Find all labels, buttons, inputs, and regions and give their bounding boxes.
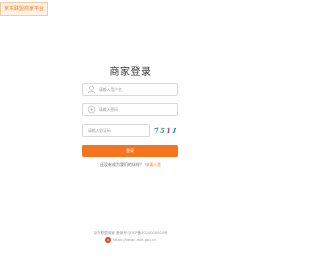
captcha-image[interactable]: 7 5 1 1 [153,124,178,137]
username-field[interactable]: 请输入用户名 [82,83,178,96]
captcha-placeholder: 请输入验证码 [88,127,111,133]
footer-beian: https://beian.miit.gov.cn [0,237,261,243]
apply-text: 还没有成为我们的伙伴？ [99,162,144,167]
password-field[interactable]: 请输入密码 [82,103,178,116]
apply-prompt: 还没有成为我们的伙伴？ 申请入驻 [0,162,261,168]
page-title: 商家登录 [109,67,152,78]
captcha-char: 5 [159,125,166,136]
captcha-field[interactable]: 请输入验证码 [82,124,150,137]
footer-icp: 京东联盟商家 备案号:京ICP备2020000000号 [93,231,168,235]
password-placeholder: 请输入密码 [99,106,118,112]
apply-link[interactable]: 申请入驻 [145,162,161,167]
police-emblem-icon [104,237,111,243]
captcha-row: 请输入验证码 7 5 1 1 [82,124,178,137]
captcha-char: 1 [171,125,178,136]
footer-beian-link[interactable]: https://beian.miit.gov.cn [113,238,157,242]
login-button[interactable]: 登录 [82,145,178,157]
username-placeholder: 请输入用户名 [99,86,122,92]
lock-icon [87,105,96,114]
platform-badge: 京东联盟商家平台 [0,2,49,16]
user-icon [87,85,96,94]
